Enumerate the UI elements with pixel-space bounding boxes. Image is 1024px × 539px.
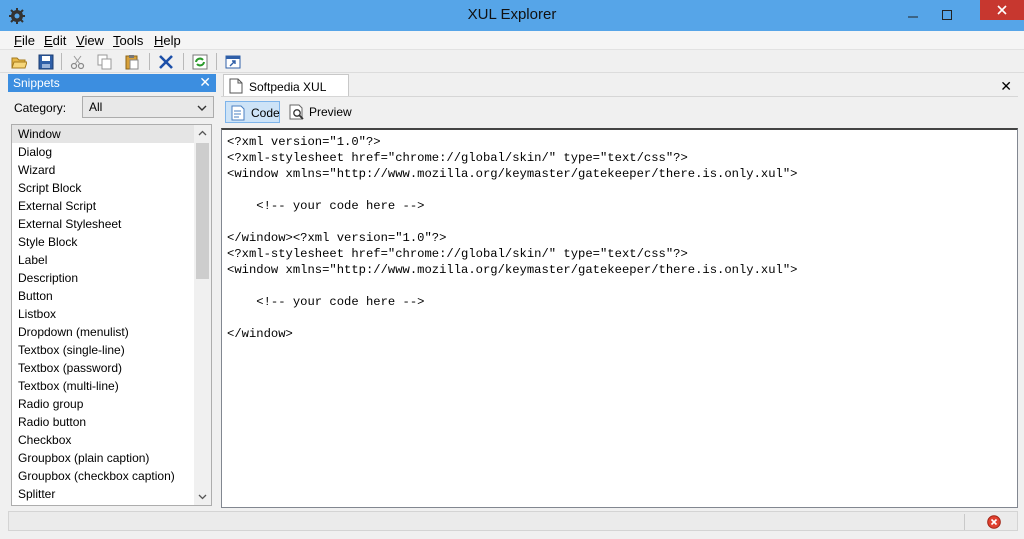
code-line: </window>	[227, 327, 293, 341]
list-item[interactable]: Textbox (password)	[12, 359, 195, 377]
maximize-button[interactable]	[930, 0, 964, 29]
document-panel: Softpedia XUL test ✕ Code Preview <?xml …	[221, 74, 1018, 508]
toolbar-separator	[216, 53, 217, 70]
menu-help[interactable]: Help	[152, 33, 183, 48]
code-line: </window><?xml version="1.0"?>	[227, 231, 447, 245]
document-close-icon[interactable]: ✕	[1000, 78, 1012, 95]
status-bar	[0, 508, 1024, 539]
list-item[interactable]: Description	[12, 269, 195, 287]
list-item[interactable]: Button	[12, 287, 195, 305]
list-item[interactable]: Listbox	[12, 305, 195, 323]
status-panel	[8, 511, 1018, 531]
close-button[interactable]	[980, 0, 1024, 20]
minimize-icon	[908, 16, 918, 17]
view-switcher: Code Preview	[221, 96, 1018, 126]
snippets-list[interactable]: Window Dialog Wizard Script Block Extern…	[11, 124, 212, 506]
list-item[interactable]: Radio button	[12, 413, 195, 431]
list-item[interactable]: Wizard	[12, 161, 195, 179]
scroll-down-icon[interactable]	[194, 488, 211, 505]
scroll-up-icon[interactable]	[194, 125, 211, 142]
document-icon	[229, 78, 243, 97]
list-item[interactable]: Checkbox	[12, 431, 195, 449]
minimize-button[interactable]	[896, 0, 930, 29]
menu-bar: File Edit View Tools Help	[0, 31, 1024, 50]
category-dropdown[interactable]: All	[82, 96, 214, 118]
snippets-scrollbar[interactable]	[194, 125, 211, 505]
refresh-icon[interactable]	[190, 52, 210, 71]
code-view-button[interactable]: Code	[225, 101, 280, 123]
title-bar: XUL Explorer	[0, 0, 1024, 31]
snippets-panel-title: Snippets	[13, 76, 60, 90]
code-line: <!-- your code here -->	[227, 199, 425, 213]
list-item[interactable]: Window	[12, 125, 195, 143]
preview-view-button[interactable]: Preview	[285, 101, 355, 123]
menu-edit[interactable]: Edit	[42, 33, 68, 48]
list-item[interactable]: Groupbox (checkbox caption)	[12, 467, 195, 485]
list-item[interactable]: Splitter	[12, 485, 195, 503]
list-item[interactable]: Style Block	[12, 233, 195, 251]
toolbar-separator	[149, 53, 150, 70]
list-item[interactable]: Dropdown (menulist)	[12, 323, 195, 341]
status-separator	[964, 514, 965, 530]
preview-view-label: Preview	[309, 105, 352, 119]
list-item[interactable]: External Script	[12, 197, 195, 215]
list-item[interactable]: Label	[12, 251, 195, 269]
code-line: <?xml-stylesheet href="chrome://global/s…	[227, 151, 688, 165]
code-page-icon	[229, 104, 247, 125]
error-icon[interactable]	[987, 515, 1001, 532]
list-item[interactable]: Script Block	[12, 179, 195, 197]
snippets-panel-header: Snippets ✕	[8, 74, 216, 92]
snippets-panel: Snippets ✕ Category: All Window Dialog W…	[8, 74, 216, 506]
code-view-label: Code	[251, 106, 280, 120]
list-item[interactable]: External Stylesheet	[12, 215, 195, 233]
list-item[interactable]: Textbox (single-line)	[12, 341, 195, 359]
close-icon	[997, 5, 1007, 15]
code-line: <window xmlns="http://www.mozilla.org/ke…	[227, 263, 798, 277]
maximize-icon	[942, 9, 952, 20]
toolbar-separator	[183, 53, 184, 70]
code-line: <?xml-stylesheet href="chrome://global/s…	[227, 247, 688, 261]
launch-icon[interactable]	[223, 52, 243, 71]
chevron-down-icon	[197, 102, 207, 116]
category-dropdown-value: All	[89, 100, 103, 114]
delete-icon[interactable]	[156, 52, 176, 71]
copy-icon[interactable]	[95, 52, 115, 71]
code-line: <!-- your code here -->	[227, 295, 425, 309]
toolbar-separator	[61, 53, 62, 70]
list-item[interactable]: Dialog	[12, 143, 195, 161]
menu-view[interactable]: View	[74, 33, 106, 48]
list-item[interactable]: Groupbox (plain caption)	[12, 449, 195, 467]
window-title: XUL Explorer	[467, 6, 557, 23]
cut-icon[interactable]	[68, 52, 88, 71]
code-editor[interactable]: <?xml version="1.0"?> <?xml-stylesheet h…	[221, 128, 1018, 508]
snippets-panel-close-icon[interactable]: ✕	[199, 74, 211, 91]
list-item[interactable]: Radio group	[12, 395, 195, 413]
document-tab[interactable]: Softpedia XUL test	[223, 74, 349, 108]
code-line: <window xmlns="http://www.mozilla.org/ke…	[227, 167, 798, 181]
preview-icon	[288, 103, 306, 124]
menu-file[interactable]: File	[12, 33, 37, 48]
menu-tools[interactable]: Tools	[111, 33, 145, 48]
scrollbar-thumb[interactable]	[196, 143, 209, 279]
code-line: <?xml version="1.0"?>	[227, 135, 381, 149]
category-label: Category:	[14, 101, 67, 115]
list-item[interactable]: Textbox (multi-line)	[12, 377, 195, 395]
save-icon[interactable]	[36, 52, 56, 71]
open-folder-icon[interactable]	[9, 52, 29, 71]
toolbar	[0, 50, 1024, 73]
paste-icon[interactable]	[122, 52, 142, 71]
